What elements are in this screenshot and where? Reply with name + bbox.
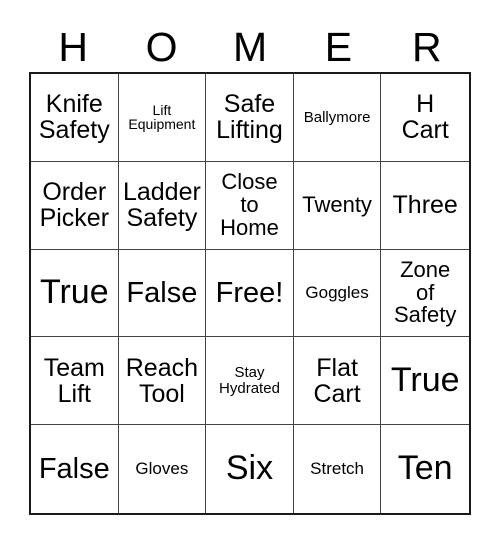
bingo-cell-label: Reach Tool: [125, 353, 199, 408]
bingo-header: H O M E R: [29, 22, 471, 72]
header-letter-1: H: [58, 23, 88, 70]
bingo-cell[interactable]: Three: [381, 161, 469, 250]
bingo-cell[interactable]: H Cart: [381, 74, 469, 162]
bingo-cell-label: Free!: [215, 276, 284, 309]
header-letter-5: R: [412, 23, 442, 70]
bingo-cell-label: Three: [392, 191, 458, 220]
bingo-cell[interactable]: True: [31, 249, 119, 338]
bingo-cell-label: False: [38, 453, 110, 486]
bingo-cell[interactable]: Reach Tool: [118, 337, 207, 426]
bingo-cell[interactable]: Stretch: [293, 425, 382, 513]
bingo-cell[interactable]: Ten: [381, 425, 469, 513]
bingo-cell[interactable]: False: [31, 425, 119, 513]
bingo-cell-label: Close to Home: [220, 168, 279, 240]
header-letter-4: E: [324, 23, 353, 70]
bingo-cell[interactable]: Team Lift: [31, 337, 119, 426]
bingo-cell[interactable]: Safe Lifting: [206, 74, 294, 162]
bingo-cell-label: Six: [225, 449, 274, 488]
bingo-grid: Knife Safety Lift Equipment Safe Lifting…: [29, 72, 471, 515]
bingo-cell[interactable]: Flat Cart: [293, 337, 382, 426]
bingo-cell[interactable]: Ladder Safety: [118, 161, 207, 250]
bingo-cell[interactable]: False: [118, 249, 207, 338]
bingo-cell-label: Gloves: [135, 459, 189, 479]
bingo-cell[interactable]: Stay Hydrated: [206, 337, 294, 426]
bingo-cell-label: Twenty: [302, 191, 372, 217]
bingo-cell-label: Order Picker: [39, 178, 110, 233]
header-letter-2: O: [145, 23, 178, 70]
bingo-cell[interactable]: Lift Equipment: [118, 74, 207, 162]
bingo-cell-label: Ballymore: [303, 108, 371, 126]
bingo-cell[interactable]: Six: [206, 425, 294, 513]
bingo-cell-label: Flat Cart: [313, 353, 361, 408]
bingo-cell[interactable]: Ballymore: [293, 74, 382, 162]
bingo-cell-label: Ladder Safety: [122, 178, 201, 233]
bingo-cell-label: True: [390, 361, 460, 400]
bingo-cell[interactable]: True: [381, 337, 469, 426]
bingo-cell-label: Zone of Safety: [394, 256, 457, 328]
bingo-card: H O M E R Knife Safety Lift Equipment Sa…: [0, 0, 500, 544]
bingo-cell[interactable]: Knife Safety: [31, 74, 119, 162]
bingo-cell-label: Team Lift: [43, 353, 105, 408]
bingo-cell[interactable]: Goggles: [293, 249, 382, 338]
bingo-cell-label: False: [126, 276, 198, 309]
header-letter-3: M: [232, 23, 268, 70]
bingo-cell[interactable]: Twenty: [293, 161, 382, 250]
bingo-cell[interactable]: Zone of Safety: [381, 249, 469, 338]
bingo-cell-label: Stretch: [310, 459, 365, 479]
bingo-cell-label: Stay Hydrated: [219, 364, 280, 397]
bingo-cell-free[interactable]: Free!: [206, 249, 294, 338]
bingo-cell[interactable]: Close to Home: [206, 161, 294, 250]
bingo-cell-label: True: [39, 273, 109, 312]
bingo-cell-label: Goggles: [305, 283, 369, 303]
bingo-cell-label: Safe Lifting: [216, 90, 283, 145]
bingo-cell-label: Ten: [397, 449, 453, 488]
bingo-cell-label: Lift Equipment: [128, 101, 196, 133]
bingo-cell-label: H Cart: [401, 90, 449, 145]
bingo-cell-label: Knife Safety: [38, 90, 110, 145]
bingo-cell[interactable]: Order Picker: [31, 161, 119, 250]
bingo-cell[interactable]: Gloves: [118, 425, 207, 513]
